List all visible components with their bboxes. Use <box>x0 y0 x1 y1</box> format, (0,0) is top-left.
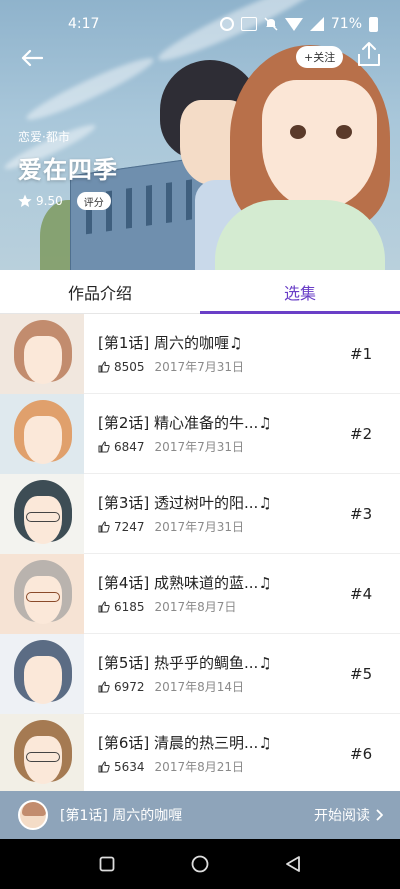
arrow-left-icon <box>21 49 43 67</box>
chevron-right-icon <box>376 809 383 821</box>
alarm-icon <box>219 17 234 31</box>
episode-thumbnail <box>0 314 84 394</box>
episode-likes: 6847 <box>114 439 145 454</box>
wifi-icon <box>284 17 303 31</box>
episode-number: #6 <box>350 744 373 763</box>
start-reading-label: 开始阅读 <box>314 808 370 824</box>
episode-likes: 6185 <box>114 599 145 614</box>
episode-date: 2017年7月31日 <box>154 360 244 374</box>
episode-thumbnail <box>0 393 84 474</box>
episode-thumbnail <box>0 553 84 634</box>
battery-percent: 71% <box>330 16 362 32</box>
rating-value: 9.50 <box>36 194 63 208</box>
battery-icon <box>369 16 378 32</box>
tab-introduction[interactable]: 作品介绍 <box>0 270 200 313</box>
episode-row[interactable]: [第2话] 精心准备的牛...♫ 6847 2017年7月31日 #2 <box>0 393 400 474</box>
episode-title: [第5话] 热乎乎的鲷鱼...♫ <box>98 654 272 672</box>
system-nav-bar <box>0 839 400 889</box>
episode-date: 2017年8月21日 <box>154 760 244 774</box>
recents-button[interactable] <box>87 844 127 884</box>
tab-episodes[interactable]: 选集 <box>200 270 400 314</box>
status-time: 4:17 <box>68 16 100 32</box>
back-button[interactable] <box>16 44 48 72</box>
volte-icon <box>240 17 257 31</box>
share-icon <box>358 42 380 66</box>
share-button[interactable] <box>356 40 386 70</box>
start-reading-button[interactable]: 开始阅读 <box>314 805 384 825</box>
episode-row[interactable]: [第6话] 清晨的热三明...♫ 5634 2017年8月21日 #6 <box>0 713 400 791</box>
continue-episode-title: [第1话] 周六的咖喱 <box>60 808 183 824</box>
continue-reading-bar[interactable]: [第1话] 周六的咖喱 开始阅读 <box>0 791 400 839</box>
tab-bar: 作品介绍 选集 <box>0 270 400 314</box>
episode-date: 2017年8月14日 <box>154 680 244 694</box>
back-nav-button[interactable] <box>273 844 313 884</box>
square-icon <box>99 856 115 872</box>
comic-title: 爱在四季 <box>18 156 118 184</box>
rate-button[interactable]: 评分 <box>76 192 111 210</box>
episode-date: 2017年7月31日 <box>154 520 244 534</box>
thumbs-up-icon <box>98 600 110 612</box>
episode-number: #5 <box>350 664 373 683</box>
mute-icon <box>264 17 278 31</box>
episode-title: [第4话] 成熟味道的蓝...♫ <box>98 574 272 592</box>
thumbs-up-icon <box>98 680 110 692</box>
episode-title: [第6话] 清晨的热三明...♫ <box>98 734 272 752</box>
rating-row: 9.50 评分 <box>18 192 111 210</box>
episode-likes: 5634 <box>114 759 145 774</box>
episode-likes: 6972 <box>114 679 145 694</box>
episode-number: #2 <box>350 424 373 443</box>
thumbs-up-icon <box>98 520 110 532</box>
circle-icon <box>191 855 209 873</box>
genre-label: 恋爱·都市 <box>18 130 70 144</box>
episode-title: [第2话] 精心准备的牛...♫ <box>98 414 272 432</box>
episode-number: #3 <box>350 504 373 523</box>
star-icon <box>18 194 32 207</box>
home-button[interactable] <box>180 844 220 884</box>
episode-thumbnail <box>0 713 84 791</box>
episode-number: #1 <box>350 344 373 363</box>
episode-row[interactable]: [第1话] 周六的咖喱♫ 8505 2017年7月31日 #1 <box>0 314 400 394</box>
status-bar: 4:17 71% <box>0 0 400 48</box>
episode-number: #4 <box>350 584 373 603</box>
episode-row[interactable]: [第4话] 成熟味道的蓝...♫ 6185 2017年8月7日 #4 <box>0 553 400 634</box>
episode-title: [第1话] 周六的咖喱♫ <box>98 334 243 352</box>
signal-icon <box>309 17 324 31</box>
follow-button[interactable]: +关注 <box>296 46 344 68</box>
episode-date: 2017年8月7日 <box>154 600 237 614</box>
episode-likes: 8505 <box>114 359 145 374</box>
episode-row[interactable]: [第5话] 热乎乎的鲷鱼...♫ 6972 2017年8月14日 #5 <box>0 633 400 714</box>
episode-thumbnail <box>0 633 84 714</box>
episode-title: [第3话] 透过树叶的阳...♫ <box>98 494 272 512</box>
episode-avatar <box>18 800 48 830</box>
thumbs-up-icon <box>98 440 110 452</box>
triangle-back-icon <box>286 856 301 872</box>
episode-row[interactable]: [第3话] 透过树叶的阳...♫ 7247 2017年7月31日 #3 <box>0 473 400 554</box>
episode-thumbnail <box>0 473 84 554</box>
cover-banner: 4:17 71% +关注 恋爱·都市 爱在四季 9.50 评分 <box>0 0 400 270</box>
episode-list: [第1话] 周六的咖喱♫ 8505 2017年7月31日 #1 [第2话] 精心… <box>0 314 400 791</box>
thumbs-up-icon <box>98 360 110 372</box>
episode-likes: 7247 <box>114 519 145 534</box>
thumbs-up-icon <box>98 760 110 772</box>
episode-date: 2017年7月31日 <box>154 440 244 454</box>
